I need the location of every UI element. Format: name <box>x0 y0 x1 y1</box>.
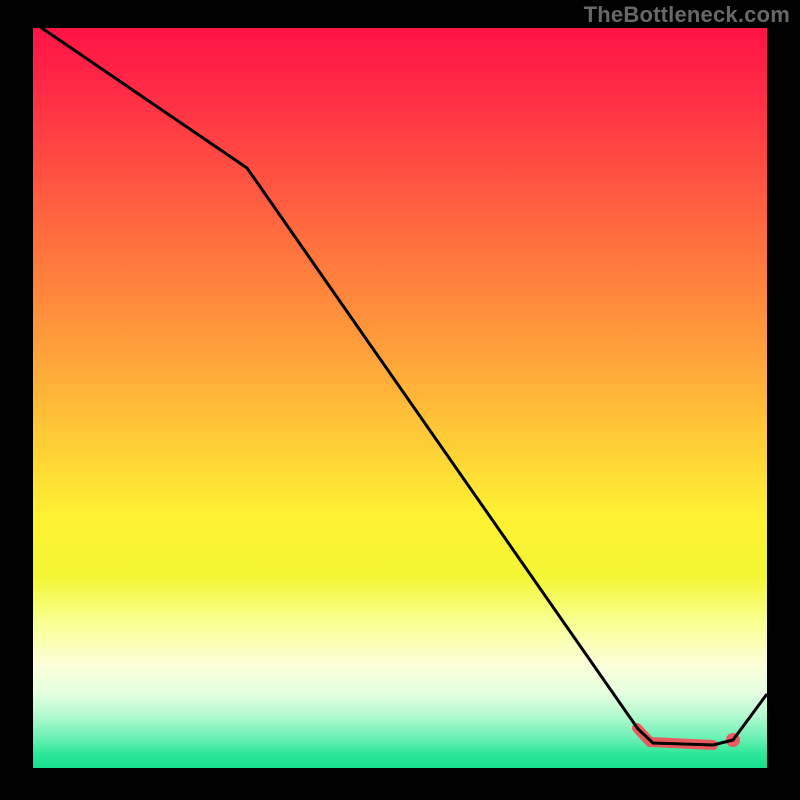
chart-svg <box>33 28 767 768</box>
watermark-text: TheBottleneck.com <box>584 2 790 28</box>
plot-area <box>33 28 767 768</box>
bottleneck-curve-line <box>33 28 767 745</box>
chart-frame: TheBottleneck.com <box>0 0 800 800</box>
